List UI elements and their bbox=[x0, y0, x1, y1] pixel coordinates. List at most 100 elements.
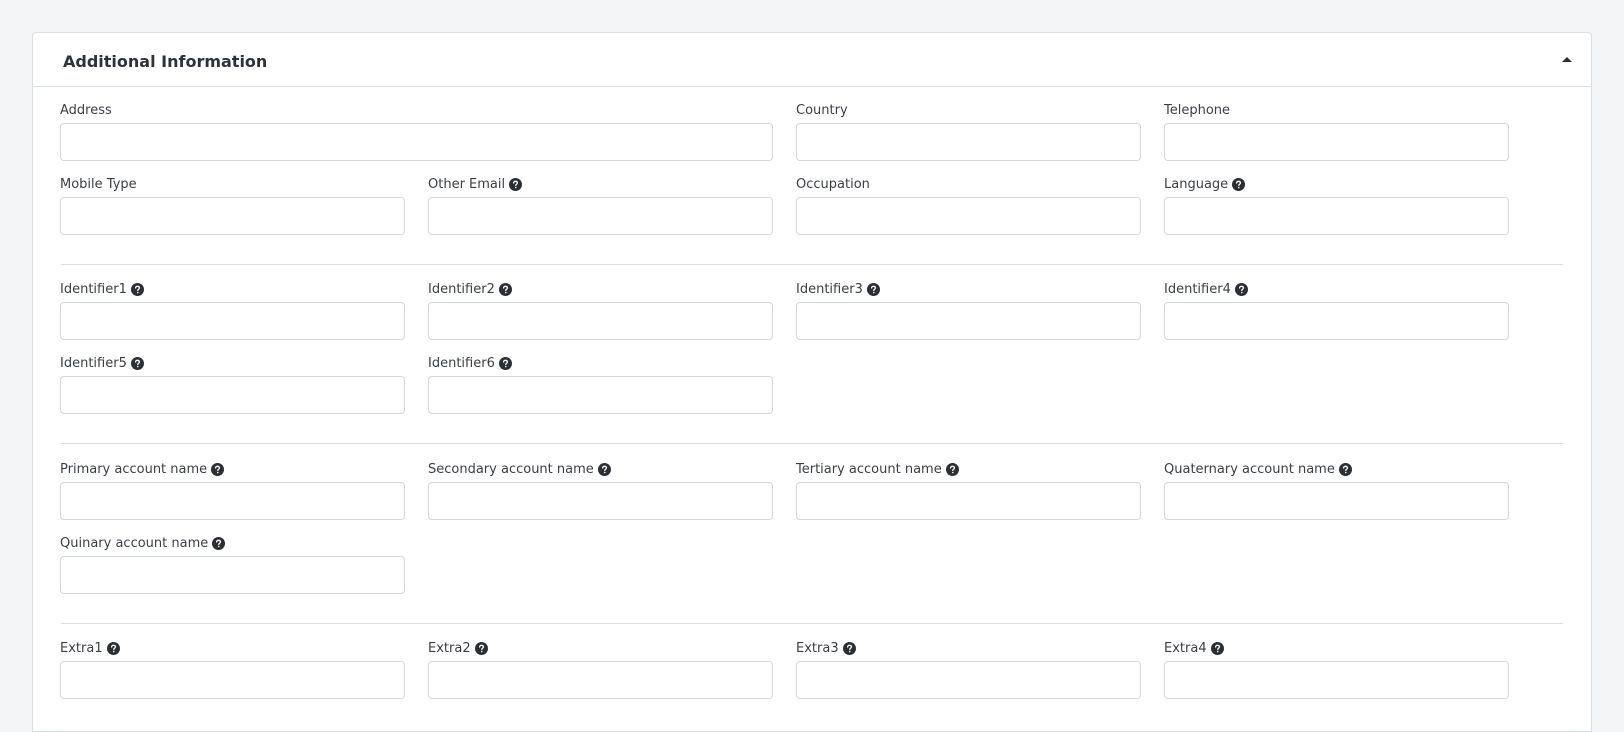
identifier4-label-row: Identifier4 bbox=[1164, 280, 1509, 298]
question-circle-icon[interactable] bbox=[945, 462, 959, 476]
extra1-input[interactable] bbox=[60, 661, 405, 699]
identifier4-input[interactable] bbox=[1164, 302, 1509, 340]
country-label: Country bbox=[796, 102, 848, 118]
extra4-field: Extra4 bbox=[1164, 639, 1509, 699]
question-circle-icon[interactable] bbox=[842, 641, 856, 655]
extra1-label-row: Extra1 bbox=[60, 639, 405, 657]
question-circle-icon[interactable] bbox=[498, 356, 512, 370]
other-email-field: Other Email bbox=[428, 175, 773, 235]
occupation-input[interactable] bbox=[796, 197, 1141, 235]
identifier2-label: Identifier2 bbox=[428, 281, 495, 297]
identifier1-label-row: Identifier1 bbox=[60, 280, 405, 298]
other-email-label: Other Email bbox=[428, 176, 506, 192]
mobile-type-label-row: Mobile Type bbox=[60, 175, 405, 193]
question-circle-icon[interactable] bbox=[130, 282, 144, 296]
panel-title: Additional Information bbox=[63, 52, 268, 71]
question-circle-icon[interactable] bbox=[130, 356, 144, 370]
other-email-input[interactable] bbox=[428, 197, 773, 235]
section-divider bbox=[61, 443, 1563, 444]
country-input[interactable] bbox=[796, 123, 1141, 161]
question-circle-icon[interactable] bbox=[1234, 282, 1248, 296]
identifier1-field: Identifier1 bbox=[60, 280, 405, 340]
identifier2-field: Identifier2 bbox=[428, 280, 773, 340]
question-circle-icon[interactable] bbox=[474, 641, 488, 655]
occupation-label-row: Occupation bbox=[796, 175, 1141, 193]
secondary-account-name-label: Secondary account name bbox=[428, 461, 594, 477]
secondary-account-name-label-row: Secondary account name bbox=[428, 460, 773, 478]
extra4-label-row: Extra4 bbox=[1164, 639, 1509, 657]
mobile-type-label: Mobile Type bbox=[60, 176, 137, 192]
identifier3-label-row: Identifier3 bbox=[796, 280, 1141, 298]
identifier2-label-row: Identifier2 bbox=[428, 280, 773, 298]
question-circle-icon[interactable] bbox=[212, 536, 226, 550]
primary-account-name-input[interactable] bbox=[60, 482, 405, 520]
country-label-row: Country bbox=[796, 101, 1141, 119]
language-field: Language bbox=[1164, 175, 1509, 235]
question-circle-icon[interactable] bbox=[1210, 641, 1224, 655]
other-email-label-row: Other Email bbox=[428, 175, 773, 193]
question-circle-icon[interactable] bbox=[498, 282, 512, 296]
telephone-field: Telephone bbox=[1164, 101, 1509, 161]
address-label-row: Address bbox=[60, 101, 773, 119]
identifier4-field: Identifier4 bbox=[1164, 280, 1509, 340]
address-field: Address bbox=[60, 101, 773, 161]
quaternary-account-name-field: Quaternary account name bbox=[1164, 460, 1509, 520]
identifier5-label: Identifier5 bbox=[60, 355, 127, 371]
extra3-input[interactable] bbox=[796, 661, 1141, 699]
additional-information-panel: Additional Information Address Country Tel… bbox=[32, 32, 1592, 732]
language-label-row: Language bbox=[1164, 175, 1509, 193]
extra4-label: Extra4 bbox=[1164, 640, 1207, 656]
identifier5-input[interactable] bbox=[60, 376, 405, 414]
extra3-label: Extra3 bbox=[796, 640, 839, 656]
question-circle-icon[interactable] bbox=[106, 641, 120, 655]
identifier5-field: Identifier5 bbox=[60, 354, 405, 414]
caret-up-icon[interactable] bbox=[1557, 50, 1577, 70]
extra3-label-row: Extra3 bbox=[796, 639, 1141, 657]
identifier6-label-row: Identifier6 bbox=[428, 354, 773, 372]
identifier5-label-row: Identifier5 bbox=[60, 354, 405, 372]
extra2-label: Extra2 bbox=[428, 640, 471, 656]
identifier1-input[interactable] bbox=[60, 302, 405, 340]
occupation-field: Occupation bbox=[796, 175, 1141, 235]
tertiary-account-name-input[interactable] bbox=[796, 482, 1141, 520]
identifier2-input[interactable] bbox=[428, 302, 773, 340]
extra1-field: Extra1 bbox=[60, 639, 405, 699]
question-circle-icon[interactable] bbox=[1232, 177, 1246, 191]
quaternary-account-name-label: Quaternary account name bbox=[1164, 461, 1335, 477]
quaternary-account-name-input[interactable] bbox=[1164, 482, 1509, 520]
mobile-type-field: Mobile Type bbox=[60, 175, 405, 235]
question-circle-icon[interactable] bbox=[866, 282, 880, 296]
primary-account-name-label: Primary account name bbox=[60, 461, 208, 477]
question-circle-icon[interactable] bbox=[509, 177, 523, 191]
tertiary-account-name-field: Tertiary account name bbox=[796, 460, 1141, 520]
primary-account-name-field: Primary account name bbox=[60, 460, 405, 520]
identifier3-field: Identifier3 bbox=[796, 280, 1141, 340]
quinary-account-name-field: Quinary account name bbox=[60, 534, 405, 594]
language-label: Language bbox=[1164, 176, 1229, 192]
extra3-field: Extra3 bbox=[796, 639, 1141, 699]
identifier4-label: Identifier4 bbox=[1164, 281, 1231, 297]
telephone-label: Telephone bbox=[1164, 102, 1231, 118]
identifier6-input[interactable] bbox=[428, 376, 773, 414]
panel-header[interactable]: Additional Information bbox=[33, 33, 1591, 87]
section-divider bbox=[61, 264, 1563, 265]
primary-account-name-label-row: Primary account name bbox=[60, 460, 405, 478]
extra1-label: Extra1 bbox=[60, 640, 103, 656]
extra2-input[interactable] bbox=[428, 661, 773, 699]
telephone-input[interactable] bbox=[1164, 123, 1509, 161]
mobile-type-input[interactable] bbox=[60, 197, 405, 235]
question-circle-icon[interactable] bbox=[211, 462, 225, 476]
address-input[interactable] bbox=[60, 123, 773, 161]
identifier1-label: Identifier1 bbox=[60, 281, 127, 297]
identifier6-label: Identifier6 bbox=[428, 355, 495, 371]
quinary-account-name-input[interactable] bbox=[60, 556, 405, 594]
question-circle-icon[interactable] bbox=[597, 462, 611, 476]
question-circle-icon[interactable] bbox=[1338, 462, 1352, 476]
country-field: Country bbox=[796, 101, 1141, 161]
identifier3-input[interactable] bbox=[796, 302, 1141, 340]
language-input[interactable] bbox=[1164, 197, 1509, 235]
secondary-account-name-field: Secondary account name bbox=[428, 460, 773, 520]
secondary-account-name-input[interactable] bbox=[428, 482, 773, 520]
extra4-input[interactable] bbox=[1164, 661, 1509, 699]
extra2-label-row: Extra2 bbox=[428, 639, 773, 657]
